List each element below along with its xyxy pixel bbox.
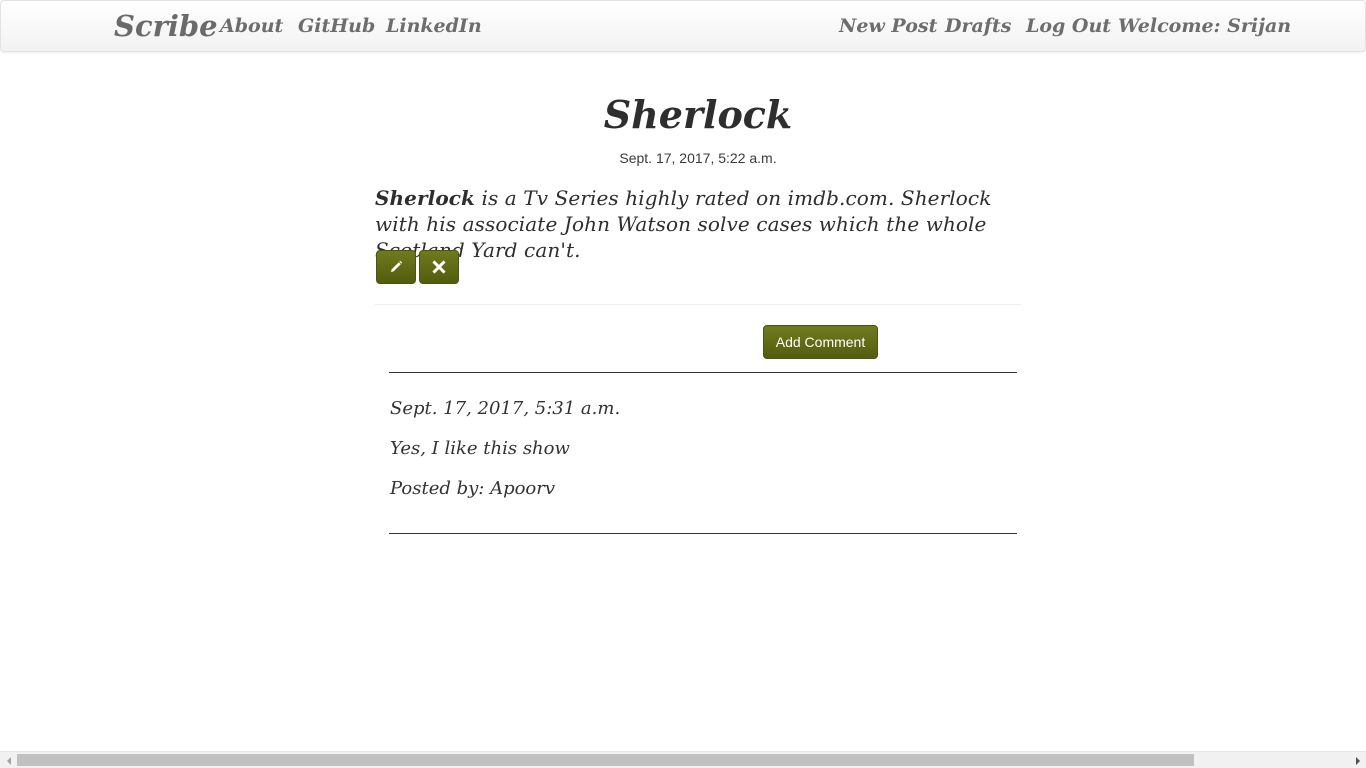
nav-link-github[interactable]: GitHub <box>298 11 375 41</box>
nav-link-new-post[interactable]: New Post <box>839 11 937 41</box>
comment-separator-top <box>389 372 1017 373</box>
comment-author: Posted by: Apoorv <box>390 478 556 499</box>
scroll-right-arrow-icon[interactable] <box>1349 752 1366 768</box>
nav-link-log-out[interactable]: Log Out <box>1026 11 1111 41</box>
pencil-icon <box>391 260 403 272</box>
nav-link-drafts[interactable]: Drafts <box>945 11 1011 41</box>
comment-date: Sept. 17, 2017, 5:31 a.m. <box>390 398 621 419</box>
nav-link-linkedin[interactable]: LinkedIn <box>386 11 482 41</box>
scrollbar-thumb[interactable] <box>17 754 1194 766</box>
horizontal-scrollbar[interactable] <box>0 751 1366 768</box>
post-body-bold: Sherlock <box>375 186 476 210</box>
delete-post-button[interactable] <box>419 250 459 284</box>
post-divider <box>375 304 1021 305</box>
edit-post-button[interactable] <box>376 250 416 284</box>
post-title: Sherlock <box>603 92 793 137</box>
nav-link-about[interactable]: About <box>220 11 283 41</box>
comment-text: Yes, I like this show <box>390 438 570 459</box>
scroll-left-arrow-icon[interactable] <box>0 752 17 768</box>
navbar: Scribe About GitHub LinkedIn New Post Dr… <box>0 0 1366 52</box>
nav-welcome-user[interactable]: Welcome: Srijan <box>1118 11 1291 41</box>
post-date: Sept. 17, 2017, 5:22 a.m. <box>619 150 777 166</box>
post-body: Sherlock is a Tv Series highly rated on … <box>375 185 1035 263</box>
brand-link[interactable]: Scribe <box>114 8 218 44</box>
add-comment-button[interactable]: Add Comment <box>763 325 878 359</box>
close-icon <box>432 260 446 274</box>
comment-separator-bottom <box>389 533 1017 534</box>
